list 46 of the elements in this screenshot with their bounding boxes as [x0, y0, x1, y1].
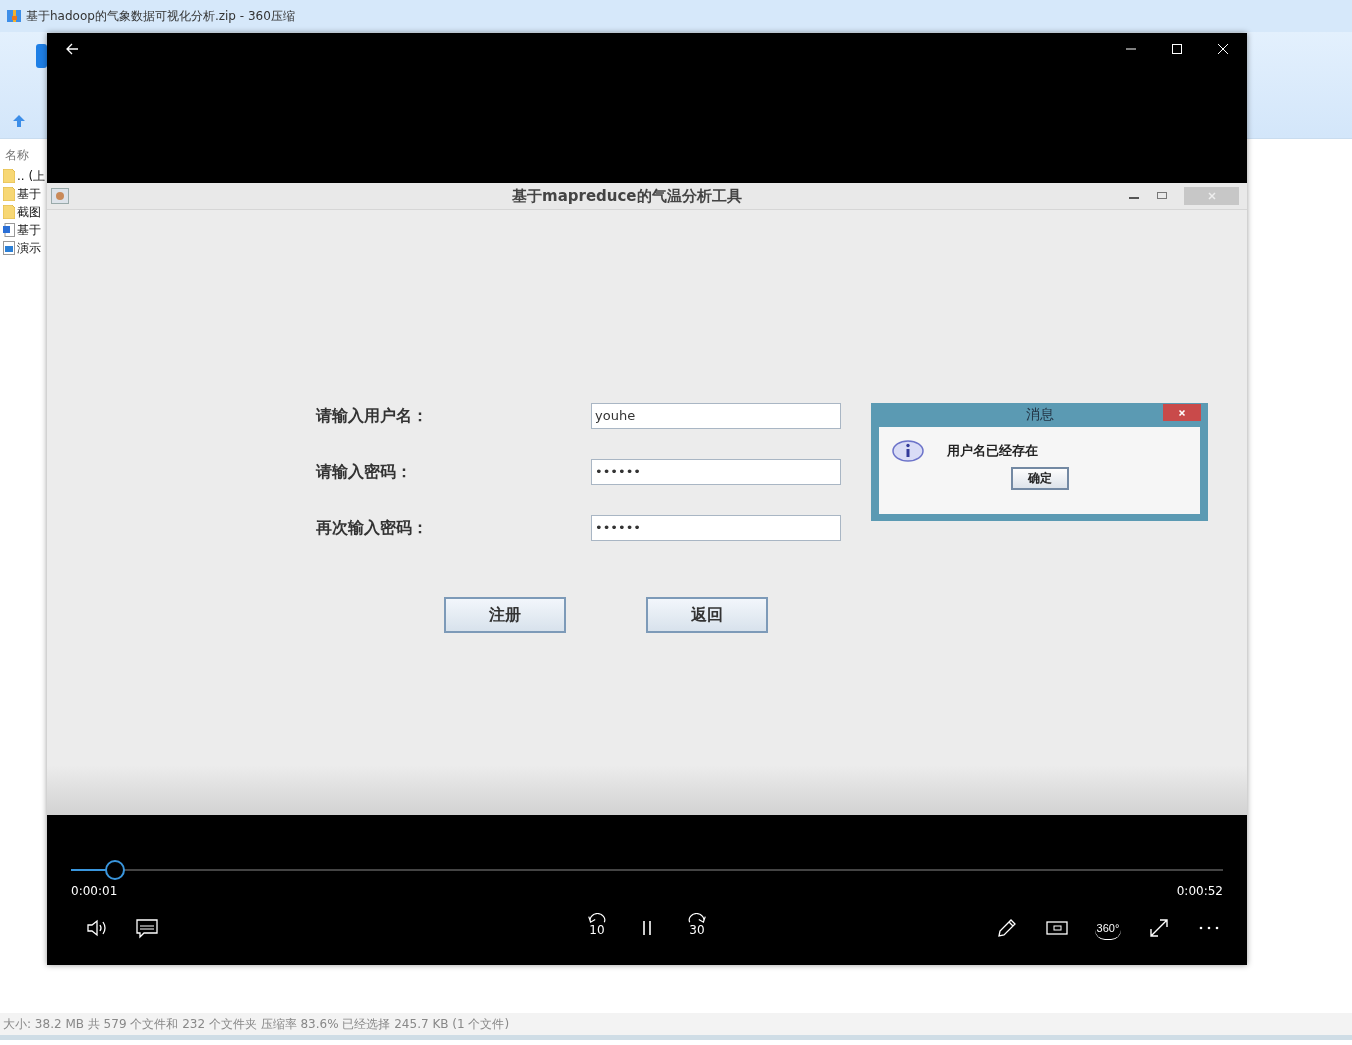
dialog-title: 消息: [1025, 406, 1054, 424]
input-field[interactable]: ••••••: [591, 515, 841, 541]
video-file-icon: [3, 241, 15, 255]
info-icon: [891, 439, 925, 463]
back-arrow-icon[interactable]: [65, 42, 79, 56]
skip-back-button[interactable]: 10: [585, 913, 609, 943]
window-title: 基于hadoop的气象数据可视化分析.zip - 360压缩: [26, 7, 295, 25]
subtitles-icon[interactable]: [135, 916, 159, 940]
close-icon[interactable]: [1217, 43, 1229, 55]
folder-icon: [3, 187, 15, 201]
field-label: 再次输入密码：: [316, 517, 429, 539]
field-label: 请输入密码：: [316, 461, 413, 483]
maximize-icon[interactable]: [1171, 43, 1183, 55]
close-button[interactable]: [1163, 404, 1201, 421]
file-row[interactable]: 截图: [0, 203, 47, 221]
progress-track[interactable]: [71, 860, 1223, 880]
elapsed-time: 0:00:01: [71, 884, 118, 898]
folder-icon: [3, 169, 15, 183]
folder-icon: [3, 205, 15, 219]
column-header[interactable]: 名称: [0, 147, 47, 167]
archive-icon: [6, 8, 22, 24]
input-field[interactable]: youhe: [591, 403, 841, 429]
ok-button[interactable]: 确定: [1010, 467, 1069, 490]
dialog-message: 用户名已经存在: [947, 442, 1038, 460]
fullscreen-icon[interactable]: [1147, 916, 1171, 940]
input-field[interactable]: ••••••: [591, 459, 841, 485]
total-duration: 0:00:52: [1176, 884, 1223, 898]
file-row[interactable]: 演示: [0, 239, 47, 257]
app-title: 基于mapreduce的气温分析工具: [512, 186, 742, 206]
java-app-icon: [51, 188, 69, 204]
field-label: 请输入用户名：: [316, 405, 429, 427]
progress-thumb[interactable]: [104, 860, 125, 880]
document-icon: [3, 223, 15, 237]
close-icon: [1177, 407, 1187, 418]
up-arrow-icon[interactable]: [12, 114, 26, 128]
file-row[interactable]: .. (上: [0, 167, 47, 185]
file-row[interactable]: 基于: [0, 221, 47, 239]
dialog-button[interactable]: 返回: [646, 597, 768, 633]
rewind-arrow-icon: [586, 913, 608, 924]
close-icon: [1206, 191, 1217, 201]
forward-arrow-icon: [686, 913, 708, 924]
vr-button[interactable]: 360°: [1095, 916, 1121, 940]
file-row[interactable]: 基于: [0, 185, 47, 203]
skip-forward-button[interactable]: 30: [685, 913, 709, 943]
dialog-button[interactable]: 注册: [444, 597, 566, 633]
status-bar: 大小: 38.2 MB 共 579 个文件和 232 个文件夹 压缩率 83.6% 已经选择 245.7 KB (1 个文件): [0, 1013, 1352, 1040]
